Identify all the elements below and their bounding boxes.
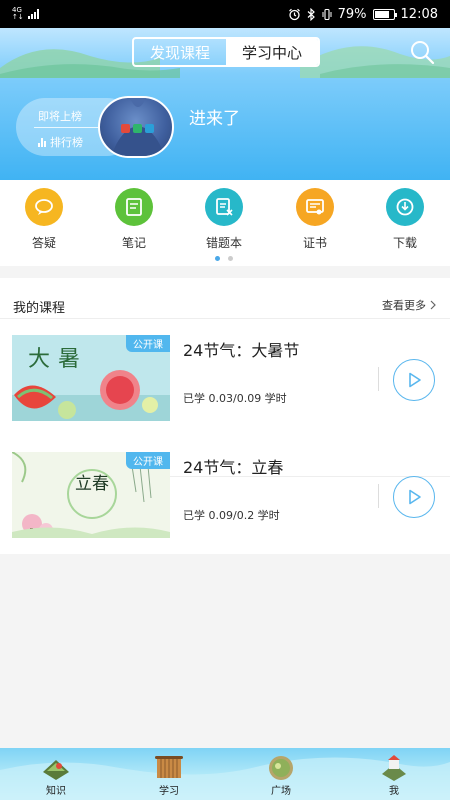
carousel-dots xyxy=(215,256,233,261)
course-tag: 公开课 xyxy=(126,335,170,352)
avatar[interactable] xyxy=(98,96,174,158)
bottom-nav: 知识 学习 广场 我 xyxy=(0,748,450,800)
course-progress: 已学 0.03/0.09 学时 xyxy=(183,392,287,405)
tool-qa[interactable]: 答疑 xyxy=(14,188,74,251)
course-title: 24节气：大暑节 xyxy=(183,341,300,360)
view-more-label: 查看更多 xyxy=(382,299,426,312)
tool-label: 错题本 xyxy=(205,236,242,250)
play-icon xyxy=(409,489,421,505)
profile-icon xyxy=(382,755,406,781)
vibrate-icon xyxy=(322,8,332,20)
chat-bubble-icon xyxy=(25,188,63,226)
quick-tools: 答疑 笔记 错题本 证书 下载 xyxy=(0,180,450,266)
my-courses-section: 我的课程 查看更多 公开课 大暑 24节气：大暑节 已学 0.03/0.09 学… xyxy=(0,278,450,554)
chevron-right-icon xyxy=(430,300,436,310)
divider xyxy=(378,367,379,391)
notebook-icon xyxy=(115,188,153,226)
learning-header: 发现课程 学习中心 即将上榜 排行榜 进来了 xyxy=(0,28,450,180)
nav-knowledge[interactable]: 知识 xyxy=(21,748,91,800)
battery-percent: 79% xyxy=(337,6,367,22)
course-tag: 公开课 xyxy=(126,452,170,469)
wrong-book-icon xyxy=(205,188,243,226)
leaderboard-label: 排行榜 xyxy=(50,136,83,149)
course-thumb-text: 大暑 xyxy=(28,347,89,372)
study-icon xyxy=(155,756,183,778)
network-indicator: 4G ↑↓ xyxy=(12,7,24,21)
bluetooth-icon xyxy=(307,7,315,21)
alarm-icon xyxy=(288,8,300,20)
tab-discover-courses[interactable]: 发现课程 xyxy=(134,39,226,65)
download-icon xyxy=(386,188,424,226)
avatar-badge-blue xyxy=(145,124,154,133)
course-thumbnail: 公开课 大暑 xyxy=(12,335,170,421)
carousel-dot xyxy=(228,256,233,261)
network-activity: ↑↓ xyxy=(12,13,24,21)
battery-icon xyxy=(372,8,397,20)
play-button[interactable] xyxy=(393,476,435,518)
clock: 12:08 xyxy=(400,6,438,22)
nav-label: 广场 xyxy=(271,786,291,797)
play-button[interactable] xyxy=(393,359,435,401)
signal-icon xyxy=(27,9,39,19)
tool-label: 笔记 xyxy=(121,236,146,250)
knowledge-icon xyxy=(43,760,69,780)
carousel-dot xyxy=(215,256,220,261)
course-item[interactable]: 公开课 大暑 24节气：大暑节 已学 0.03/0.09 学时 xyxy=(0,319,450,477)
leaderboard-icon xyxy=(38,137,46,147)
nav-label: 学习 xyxy=(159,786,179,797)
section-title: 我的课程 xyxy=(13,301,66,316)
course-progress: 已学 0.09/0.2 学时 xyxy=(183,509,280,522)
avatar-badge-green xyxy=(133,124,142,133)
square-icon xyxy=(269,756,293,780)
tab-learning-center[interactable]: 学习中心 xyxy=(226,39,318,65)
center-tab-switch: 发现课程 学习中心 xyxy=(132,37,320,67)
status-bar: 4G ↑↓ 79% 12:08 xyxy=(0,0,450,28)
course-title: 24节气：立春 xyxy=(183,458,284,477)
course-thumbnail: 公开课 立春 xyxy=(12,452,170,538)
tool-notes[interactable]: 笔记 xyxy=(104,188,164,251)
view-more-link[interactable]: 查看更多 xyxy=(382,297,436,313)
tool-download[interactable]: 下载 xyxy=(375,188,435,251)
tool-wrong-book[interactable]: 错题本 xyxy=(194,188,254,251)
play-icon xyxy=(409,372,421,388)
nav-study[interactable]: 学习 xyxy=(134,748,204,800)
nav-label: 知识 xyxy=(46,786,66,797)
avatar-badge-red xyxy=(121,124,130,133)
divider xyxy=(378,484,379,508)
certificate-icon xyxy=(296,188,334,226)
greeting-text: 进来了 xyxy=(189,109,240,129)
course-item[interactable]: 公开课 立春 24节气：立春 已学 0.09/0.2 学时 xyxy=(0,436,450,552)
nav-label: 我 xyxy=(389,786,399,797)
tool-label: 答疑 xyxy=(31,236,56,250)
tool-label: 下载 xyxy=(392,236,417,250)
search-icon[interactable] xyxy=(408,38,436,66)
nav-square[interactable]: 广场 xyxy=(246,748,316,800)
tool-label: 证书 xyxy=(302,236,327,250)
nav-profile[interactable]: 我 xyxy=(359,748,429,800)
course-thumb-text: 立春 xyxy=(75,474,109,494)
rank-status: 即将上榜 xyxy=(38,110,82,123)
leaderboard-link[interactable]: 排行榜 xyxy=(38,134,83,150)
tool-certificate[interactable]: 证书 xyxy=(285,188,345,251)
